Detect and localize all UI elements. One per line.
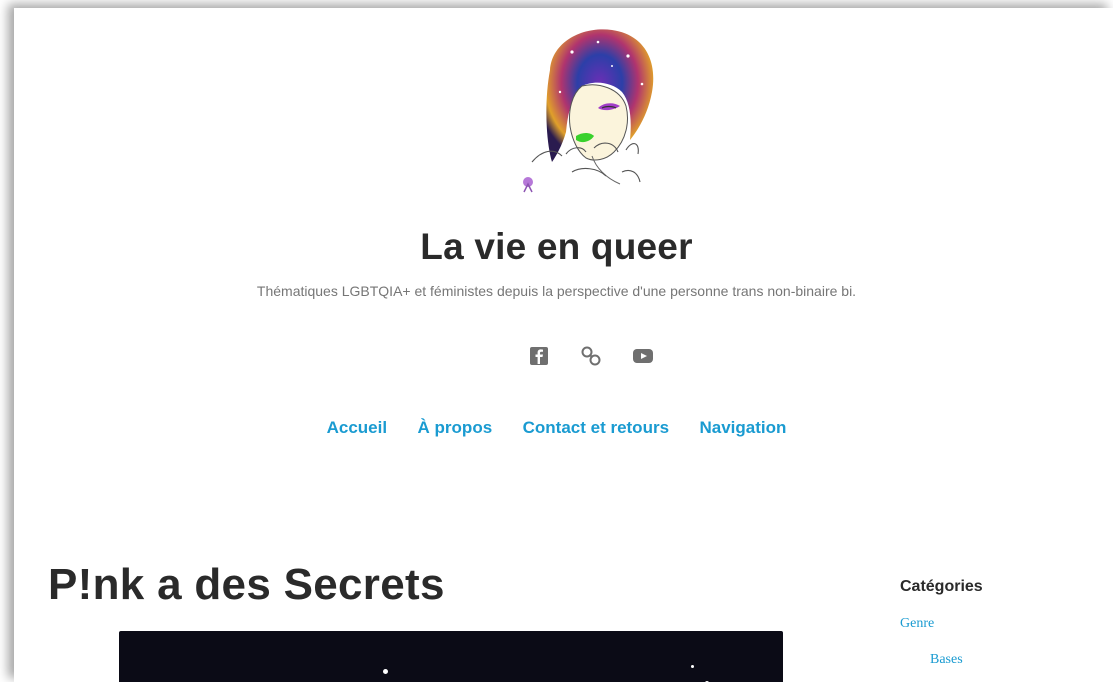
widget-title-categories: Catégories [900, 578, 983, 595]
nav-item-a-propos[interactable]: À propos [418, 418, 493, 438]
site-tagline: Thématiques LGBTQIA+ et féministes depui… [256, 283, 857, 299]
page-frame: La vie en queer Thématiques LGBTQIA+ et … [14, 8, 1113, 682]
link-icon[interactable] [579, 344, 603, 368]
nav-item-contact[interactable]: Contact et retours [523, 418, 669, 438]
social-links [527, 344, 657, 368]
sidebar: Catégories Genre Bases [900, 578, 1100, 667]
nav-item-accueil[interactable]: Accueil [327, 418, 387, 438]
facebook-icon[interactable] [527, 344, 551, 368]
primary-navigation: Accueil À propos Contact et retours Navi… [14, 418, 1099, 438]
featured-image[interactable] [119, 631, 783, 682]
post-title[interactable]: P!nk a des Secrets [48, 560, 445, 610]
star-dot [691, 665, 694, 668]
site-title[interactable]: La vie en queer [14, 226, 1099, 268]
nav-item-navigation[interactable]: Navigation [699, 418, 786, 438]
site-logo[interactable] [502, 22, 664, 200]
category-bases[interactable]: Bases [930, 652, 963, 668]
category-genre[interactable]: Genre [900, 616, 934, 632]
youtube-icon[interactable] [631, 344, 655, 368]
star-dot [383, 669, 388, 674]
